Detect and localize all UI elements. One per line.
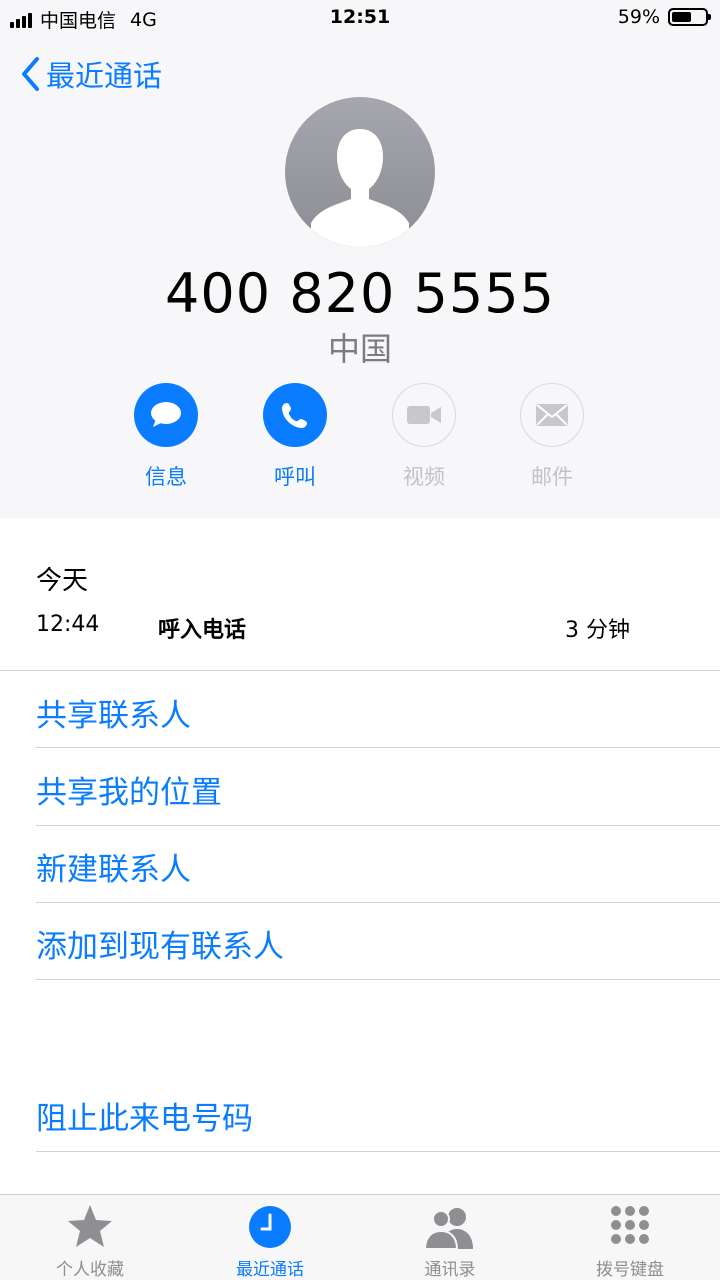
status-bar: 中国电信 4G 12:51 59% — [0, 0, 720, 36]
back-label: 最近通话 — [46, 59, 163, 93]
message-bubble-icon — [151, 402, 181, 427]
phone-region: 中国 — [327, 330, 392, 368]
share-contact-option[interactable]: 共享联系人 — [36, 690, 696, 735]
tab-favorites[interactable]: 个人收藏 — [20, 1201, 160, 1280]
mail-button[interactable]: 邮件 — [497, 383, 607, 491]
share-location-option[interactable]: 共享我的位置 — [36, 767, 696, 812]
phone-number: 400 820 5555 — [165, 262, 555, 325]
star-icon — [68, 1205, 112, 1247]
contacts-icon — [423, 1208, 473, 1249]
divider — [36, 1151, 720, 1152]
tab-favorites-label: 个人收藏 — [56, 1260, 124, 1280]
tab-keypad-label: 拨号键盘 — [596, 1260, 664, 1280]
contact-header: 中国电信 4G 12:51 59% 最近通话 400 820 5555 中国 信… — [0, 0, 720, 518]
tab-keypad[interactable]: 拨号键盘 — [560, 1201, 700, 1280]
back-button[interactable]: 最近通话 — [20, 52, 162, 96]
divider — [0, 670, 720, 671]
call-details-screen: 中国电信 4G 12:51 59% 最近通话 400 820 5555 中国 信… — [0, 0, 720, 1280]
tab-contacts-label: 通讯录 — [424, 1260, 476, 1280]
call-label: 呼叫 — [274, 465, 316, 489]
avatar — [285, 97, 435, 247]
call-time: 12:44 — [36, 612, 100, 637]
battery-percent: 59% — [617, 6, 660, 28]
call-type: 呼入电话 — [158, 618, 247, 643]
message-label: 信息 — [145, 465, 187, 489]
tab-recents-label: 最近通话 — [236, 1260, 304, 1280]
battery-icon — [668, 8, 711, 26]
add-to-existing-contact-option[interactable]: 添加到现有联系人 — [36, 921, 696, 966]
call-day-heading: 今天 — [36, 566, 89, 596]
chevron-left-icon — [22, 57, 39, 91]
envelope-icon — [536, 404, 568, 426]
clock-icon — [249, 1206, 291, 1248]
video-label: 视频 — [403, 465, 445, 489]
divider — [36, 747, 720, 748]
call-duration: 3 分钟 — [565, 618, 630, 643]
divider — [36, 979, 720, 980]
tab-contacts[interactable]: 通讯录 — [380, 1201, 520, 1280]
tab-bar: 个人收藏 最近通话 通讯录 拨号键盘 — [0, 1194, 720, 1280]
call-log-row: 12:44 呼入电话 3 分钟 — [36, 612, 684, 646]
message-button[interactable]: 信息 — [111, 383, 221, 491]
action-buttons: 信息 呼叫 视频 邮件 — [0, 383, 720, 493]
phone-icon — [282, 403, 307, 428]
call-button[interactable]: 呼叫 — [240, 383, 350, 491]
video-camera-icon — [407, 406, 441, 424]
status-time: 12:51 — [329, 6, 391, 28]
new-contact-option[interactable]: 新建联系人 — [36, 844, 696, 889]
keypad-icon — [611, 1206, 649, 1244]
mail-label: 邮件 — [531, 465, 573, 489]
video-button[interactable]: 视频 — [369, 383, 479, 491]
tab-recents[interactable]: 最近通话 — [200, 1201, 340, 1280]
person-silhouette-icon — [311, 129, 409, 247]
divider — [36, 902, 720, 903]
block-caller-option[interactable]: 阻止此来电号码 — [36, 1093, 696, 1138]
divider — [36, 825, 720, 826]
